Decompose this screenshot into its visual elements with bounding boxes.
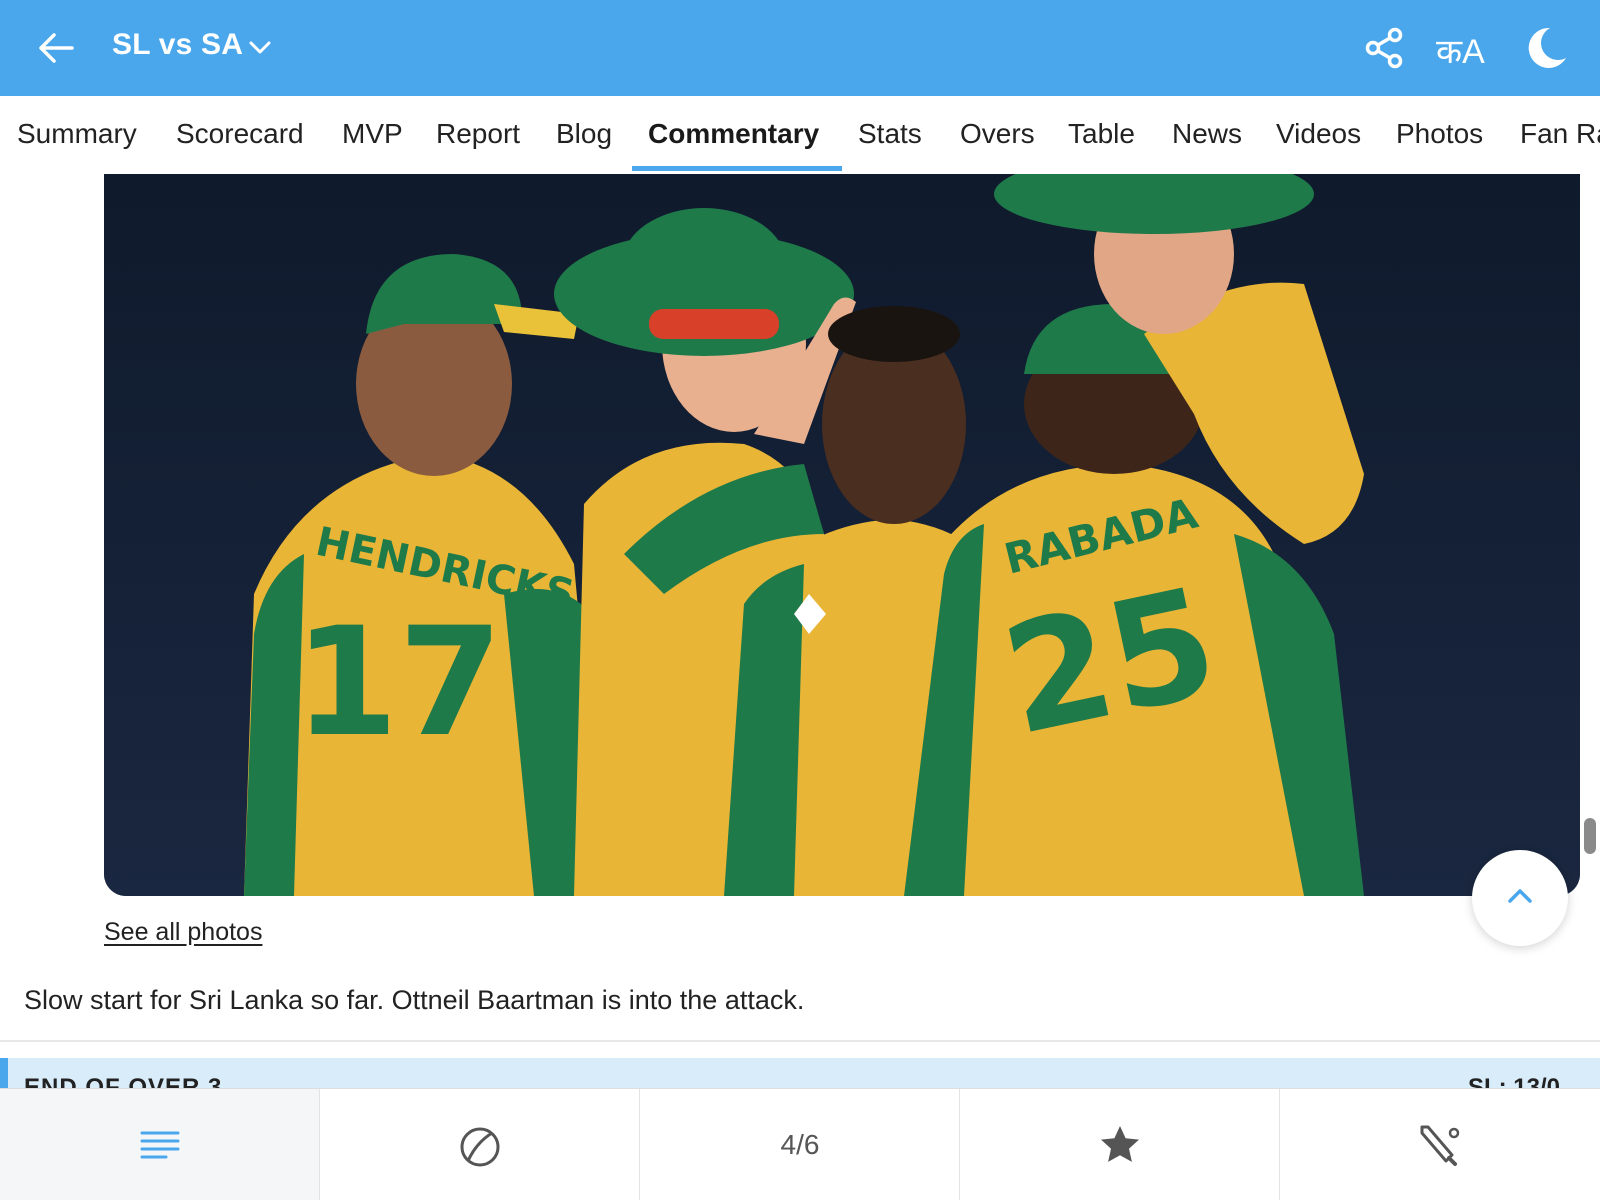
scroll-to-top-button[interactable] (1472, 850, 1568, 946)
night-mode-icon[interactable] (1522, 24, 1570, 72)
chevron-down-icon[interactable] (246, 34, 274, 62)
tab-commentary[interactable]: Commentary (648, 118, 819, 150)
app-bar: SL vs SA कA (0, 0, 1600, 96)
bat-icon (1420, 1125, 1460, 1166)
language-icon[interactable]: कA (1436, 27, 1492, 71)
star-icon (1101, 1126, 1139, 1162)
tab-photos[interactable]: Photos (1396, 118, 1483, 150)
back-arrow-icon[interactable] (34, 26, 78, 70)
active-tab-indicator (632, 166, 842, 171)
tab-mvp[interactable]: MVP (342, 118, 403, 150)
tab-bar: Summary Scorecard MVP Report Blog Commen… (0, 96, 1600, 174)
bottom-nav-ball[interactable] (320, 1089, 640, 1200)
end-of-over-banner: END OF OVER 3 SL: 13/0 (0, 1058, 1600, 1088)
tab-report[interactable]: Report (436, 118, 520, 150)
ball-icon (460, 1127, 500, 1167)
bottom-nav-bat[interactable] (1280, 1089, 1600, 1200)
tab-summary[interactable]: Summary (17, 118, 137, 150)
tab-blog[interactable]: Blog (556, 118, 612, 150)
divider (0, 1040, 1600, 1042)
commentary-text: Slow start for Sri Lanka so far. Ottneil… (24, 985, 805, 1015)
photo-jersey-number-1: 17 (294, 596, 503, 770)
bottom-nav-counter[interactable]: 4/6 (640, 1089, 960, 1200)
share-icon[interactable] (1362, 26, 1406, 70)
menu-lines-icon (140, 1131, 180, 1159)
scrollbar-thumb[interactable] (1584, 818, 1596, 854)
match-photo[interactable]: HENDRICKS 17 RABADA 25 (104, 174, 1580, 896)
language-label: कA (1436, 33, 1485, 71)
chevron-up-icon (1508, 889, 1532, 903)
tab-overs[interactable]: Overs (960, 118, 1035, 150)
tab-fan-ratings[interactable]: Fan Ra (1520, 118, 1600, 150)
match-title[interactable]: SL vs SA (112, 28, 243, 62)
tab-news[interactable]: News (1172, 118, 1242, 150)
tab-stats[interactable]: Stats (858, 118, 922, 150)
over-label: END OF OVER 3 (24, 1074, 223, 1088)
page-counter: 4/6 (780, 1129, 820, 1160)
svg-text:17: 17 (294, 596, 503, 770)
over-score: SL: 13/0 (1467, 1074, 1560, 1088)
tab-videos[interactable]: Videos (1276, 118, 1361, 150)
tab-scorecard[interactable]: Scorecard (176, 118, 304, 150)
tab-table[interactable]: Table (1068, 118, 1135, 150)
see-all-photos-link[interactable]: See all photos (104, 918, 262, 947)
over-accent-bar (0, 1058, 8, 1088)
bottom-nav-bar: 4/6 (0, 1088, 1600, 1200)
bottom-nav-favourites[interactable] (960, 1089, 1280, 1200)
bottom-nav-menu[interactable] (0, 1089, 320, 1200)
